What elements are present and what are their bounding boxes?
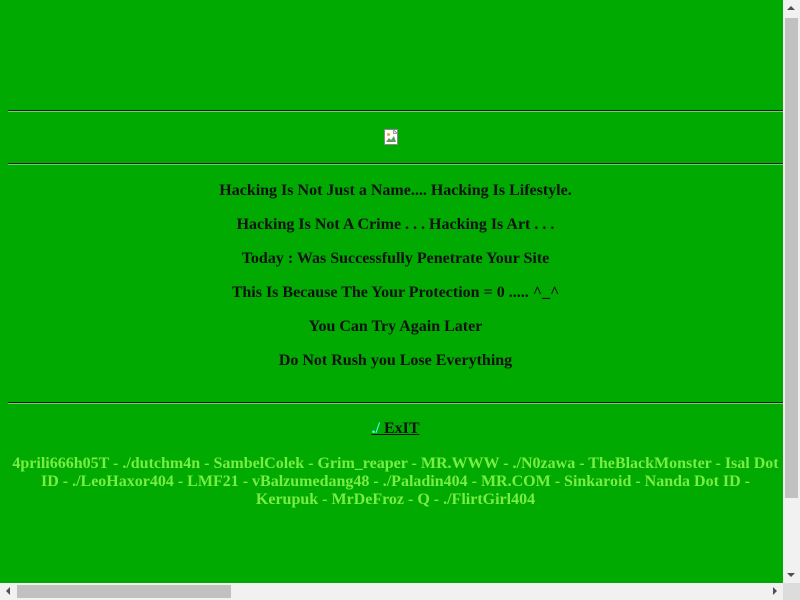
message-line: This Is Because The Your Protection = 0 …: [231, 284, 560, 301]
arrow-right-icon[interactable]: [773, 587, 777, 595]
exit-row: ./ ExIT: [8, 420, 783, 438]
credits-list: 4prili666h05T - ./dutchm4n - SambelColek…: [12, 455, 779, 508]
page-content: Hacking Is Not Just a Name.... Hacking I…: [8, 0, 783, 583]
arrow-up-icon[interactable]: [787, 6, 795, 10]
message-line: Today : Was Successfully Penetrate Your …: [241, 250, 550, 267]
vertical-scroll-thumb[interactable]: [785, 18, 798, 498]
exit-link[interactable]: ./ ExIT: [371, 420, 419, 437]
broken-image-icon: [384, 129, 400, 145]
scrollbar-corner: [783, 583, 800, 600]
message-line: You Can Try Again Later: [308, 318, 483, 335]
exit-link-slash: ./: [371, 420, 380, 437]
message-line: Do Not Rush you Lose Everything: [278, 352, 513, 369]
vertical-scrollbar[interactable]: [783, 0, 800, 583]
arrow-left-icon[interactable]: [6, 587, 10, 595]
divider-middle: [8, 163, 783, 165]
exit-link-label: ExIT: [379, 420, 420, 437]
horizontal-scrollbar[interactable]: [0, 583, 783, 600]
message-block: Hacking Is Not Just a Name.... Hacking I…: [8, 182, 783, 386]
arrow-down-icon[interactable]: [787, 573, 795, 577]
divider-top: [8, 110, 783, 112]
horizontal-scroll-thumb[interactable]: [17, 585, 231, 598]
message-line: Hacking Is Not Just a Name.... Hacking I…: [219, 182, 572, 199]
message-line: Hacking Is Not A Crime . . . Hacking Is …: [236, 216, 555, 233]
divider-bottom: [8, 402, 783, 404]
